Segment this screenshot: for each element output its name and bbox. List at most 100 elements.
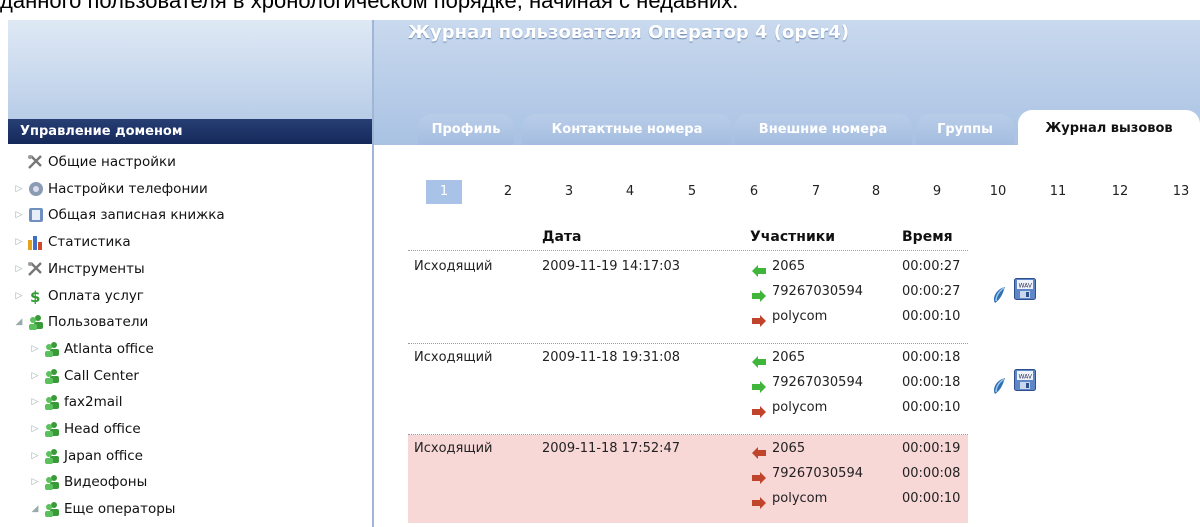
expand-arrow-icon[interactable]: ▷: [14, 177, 24, 201]
sidebar-item[interactable]: ▷ Инструменты: [14, 257, 145, 281]
expand-arrow-icon[interactable]: ▷: [14, 257, 24, 281]
participant-number: polycom: [772, 309, 828, 324]
download-wav-icon[interactable]: WAV: [1014, 369, 1036, 395]
tab-profile[interactable]: Профиль: [418, 114, 514, 145]
download-wav-icon[interactable]: WAV: [1014, 278, 1036, 304]
page-link[interactable]: 1: [426, 180, 462, 204]
call-date: 2009-11-18 17:52:47: [542, 441, 681, 456]
sidebar-item[interactable]: ▷ Видеофоны: [30, 470, 147, 494]
participant-duration: 00:00:08: [902, 466, 961, 481]
participant-number: 79267030594: [772, 375, 863, 390]
page-link[interactable]: 7: [798, 180, 834, 204]
column-header-date: Дата: [542, 229, 582, 245]
expand-arrow-icon[interactable]: ▷: [30, 337, 40, 361]
arrow-right-red-icon: [752, 403, 766, 418]
svg-text:WAV: WAV: [1019, 283, 1033, 290]
page-caption: данного пользователя в хронологическом п…: [0, 0, 739, 13]
expand-arrow-icon[interactable]: ▷: [30, 417, 40, 441]
tab-external-numbers[interactable]: Внешние номера: [734, 114, 912, 145]
call-type: Исходящий: [414, 441, 493, 456]
expand-arrow-icon[interactable]: ▷: [14, 230, 24, 254]
users-icon: [27, 314, 45, 331]
phone-settings-icon: [27, 181, 45, 197]
play-recording-icon[interactable]: [992, 377, 1008, 399]
page-link[interactable]: 8: [858, 180, 894, 204]
expand-arrow-icon[interactable]: ▷: [14, 203, 24, 227]
expand-arrow-icon[interactable]: ▷: [30, 444, 40, 468]
sidebar-item[interactable]: ▷ Atlanta office: [30, 337, 154, 361]
sidebar-item-label: Инструменты: [48, 260, 145, 277]
sidebar-item-label: fax2mail: [64, 394, 123, 411]
page-link[interactable]: 12: [1102, 180, 1138, 204]
sidebar-item-label: Call Center: [64, 367, 139, 384]
svg-text:$: $: [30, 288, 40, 304]
sidebar-item[interactable]: ▷ Статистика: [14, 230, 131, 254]
sidebar-item[interactable]: ▷ fax2mail: [30, 390, 123, 414]
participant-duration: 00:00:10: [902, 309, 961, 324]
header-divider: [408, 250, 968, 251]
tab-groups[interactable]: Группы: [916, 114, 1014, 145]
users-icon: [43, 501, 61, 518]
page-link[interactable]: 11: [1040, 180, 1076, 204]
page-link[interactable]: 4: [612, 180, 648, 204]
participant-duration: 00:00:27: [902, 259, 961, 274]
participant-number: 79267030594: [772, 284, 863, 299]
participant-number: polycom: [772, 491, 828, 506]
tab-label: Контактные номера: [551, 122, 703, 137]
collapse-arrow-icon[interactable]: ◢: [14, 310, 24, 334]
sidebar-item-label: Настройки телефонии: [48, 180, 208, 197]
participant-number: 2065: [772, 350, 806, 365]
expand-arrow-icon[interactable]: ▷: [14, 284, 24, 308]
expand-arrow-icon[interactable]: ▷: [30, 470, 40, 494]
tab-call-log[interactable]: Журнал вызовов: [1018, 110, 1200, 145]
address-book-icon: [27, 207, 45, 223]
expand-arrow-icon[interactable]: ▷: [30, 390, 40, 414]
sidebar-item-label: Оплата услуг: [48, 287, 144, 304]
page-link[interactable]: 13: [1163, 180, 1199, 204]
sidebar-item[interactable]: ▷ Japan office: [30, 444, 143, 468]
call-type: Исходящий: [414, 259, 493, 274]
sidebar-item[interactable]: Общие настройки: [14, 150, 176, 174]
participant-duration: 00:00:19: [902, 441, 961, 456]
collapse-arrow-icon[interactable]: ◢: [30, 497, 40, 521]
page-link[interactable]: 2: [490, 180, 526, 204]
sidebar-item[interactable]: ▷ Настройки телефонии: [14, 177, 208, 201]
sidebar-title: Управление доменом: [20, 124, 183, 139]
sidebar-title-bar: Управление доменом: [8, 119, 372, 144]
sidebar-item[interactable]: ▷ $ Оплата услуг: [14, 284, 144, 308]
row-divider: [408, 434, 968, 435]
arrow-left-red-icon: [752, 444, 766, 459]
column-header-participants: Участники: [750, 229, 836, 245]
page-link[interactable]: 5: [674, 180, 710, 204]
participant-duration: 00:00:27: [902, 284, 961, 299]
sidebar-item[interactable]: ▷ Head office: [30, 417, 141, 441]
users-icon: [43, 341, 61, 357]
call-type: Исходящий: [414, 350, 493, 365]
sidebar-item-label: Japan office: [64, 447, 143, 464]
play-recording-icon[interactable]: [992, 286, 1008, 308]
page-link[interactable]: 10: [980, 180, 1016, 204]
dollar-icon: $: [27, 288, 45, 304]
sidebar-item-label: Atlanta office: [64, 340, 154, 357]
tab-contact-numbers[interactable]: Контактные номера: [522, 114, 732, 145]
sidebar-item-label: Еще операторы: [64, 501, 176, 518]
page-link[interactable]: 3: [551, 180, 587, 204]
sidebar-item[interactable]: ▷ Общая записная книжка: [14, 203, 225, 227]
participant-number: 2065: [772, 259, 806, 274]
page-link[interactable]: 6: [736, 180, 772, 204]
sidebar-item[interactable]: ▷ Call Center: [30, 364, 139, 388]
expand-arrow-icon[interactable]: ▷: [30, 364, 40, 388]
participant-duration: 00:00:10: [902, 400, 961, 415]
page-link[interactable]: 9: [919, 180, 955, 204]
call-date: 2009-11-19 14:17:03: [542, 259, 681, 274]
participant-number: 79267030594: [772, 466, 863, 481]
tab-label: Группы: [937, 122, 993, 137]
users-icon: [43, 368, 61, 384]
sidebar-item-label: Видеофоны: [64, 474, 148, 491]
page-title: Журнал пользователя Оператор 4 (oper4): [408, 22, 850, 43]
sidebar-item[interactable]: ◢ Еще операторы: [30, 497, 175, 521]
sidebar-item-label: Статистика: [48, 234, 131, 251]
tools-icon: [27, 154, 45, 170]
users-icon: [43, 421, 61, 437]
sidebar-item[interactable]: ◢ Пользователи: [14, 310, 148, 334]
